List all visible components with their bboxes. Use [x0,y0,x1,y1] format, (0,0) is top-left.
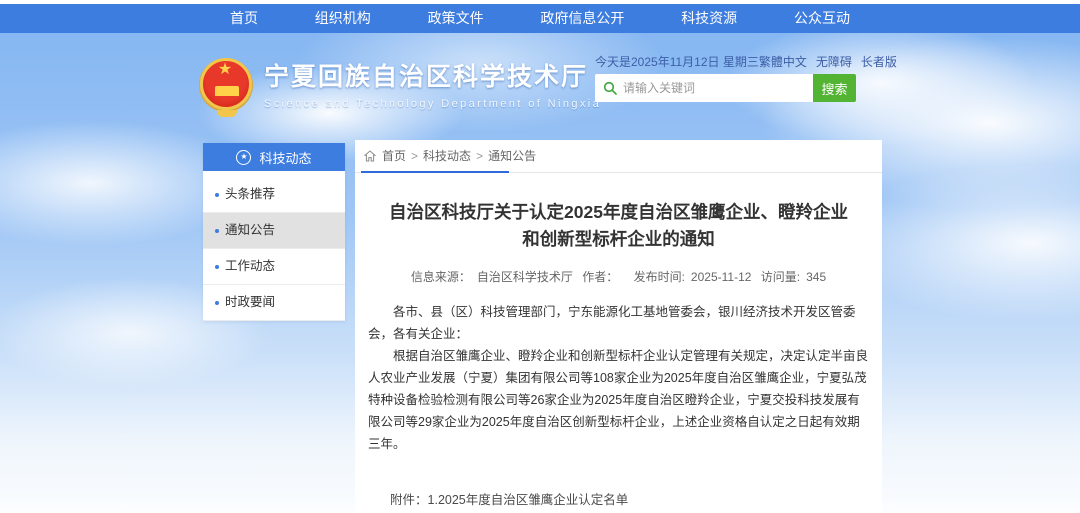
meta-source: 自治区科学技术厅 [477,270,573,284]
meta-source-label: 信息来源： [411,270,471,284]
meta-visits-label: 访问量: [761,270,800,284]
sidebar-list: 头条推荐 通知公告 工作动态 时政要闻 [203,171,345,321]
nav-item-gov-info[interactable]: 政府信息公开 [534,4,630,33]
emblem-gate-shape [215,86,239,96]
breadcrumb-separator: > [411,140,418,173]
breadcrumb-scitech-news[interactable]: 科技动态 [423,140,471,173]
article-meta: 信息来源： 自治区科学技术厅 作者： 发布时间: 2025-11-12 访问量: 34… [355,268,882,285]
article-title: 自治区科技厅关于认定2025年度自治区雏鹰企业、瞪羚企业和创新型标杆企业的通知 [384,199,854,253]
breadcrumb-home[interactable]: 首页 [382,140,406,173]
breadcrumb: 首页 > 科技动态 > 通知公告 [355,140,882,173]
meta-author-label: 作者： [582,270,618,284]
star-circle-icon: ★ [236,150,251,165]
search-input[interactable] [623,76,813,100]
search-box [595,74,813,102]
current-date: 今天是2025年11月12日 星期三 [595,53,759,70]
home-icon [364,150,376,162]
bullet-dot-icon [215,265,219,269]
sidebar-item-current-politics[interactable]: 时政要闻 [203,285,345,321]
site-subtitle: Science and Technology Department of Nin… [264,98,601,110]
site-brand: ★ 宁夏回族自治区科学技术厅 Science and Technology De… [199,56,601,122]
breadcrumb-notices[interactable]: 通知公告 [488,140,536,173]
breadcrumb-separator: > [476,140,483,173]
nav-menu: 首页 组织机构 政策文件 政府信息公开 科技资源 公众互动 [224,4,856,33]
nav-item-sci-resources[interactable]: 科技资源 [675,4,743,33]
sidebar-header: ★ 科技动态 [203,143,345,171]
sidebar-item-label: 工作动态 [225,259,275,273]
attachment-link-1[interactable]: 1.2025年度自治区雏鹰企业认定名单 [428,489,666,512]
meta-visits: 345 [806,270,826,284]
meta-time: 2025-11-12 [691,270,752,284]
article-body: 各市、县（区）科技管理部门，宁东能源化工基地管委会，银川经济技术开发区管委会，各… [355,301,882,455]
sidebar-item-work-trends[interactable]: 工作动态 [203,249,345,285]
attachments-label: 附件： [390,489,428,513]
breadcrumb-accent-line [361,171,509,173]
emblem-ribbon-shape [217,110,237,117]
sidebar-title: 科技动态 [259,148,311,167]
sidebar-item-label: 头条推荐 [225,187,275,201]
bullet-dot-icon [215,301,219,305]
attachments-list: 1.2025年度自治区雏鹰企业认定名单 2.2025年度自治区瞪羚企业认定名单 … [428,489,666,513]
bullet-dot-icon [215,193,219,197]
search-button[interactable]: 搜索 [813,74,856,102]
nav-item-organization[interactable]: 组织机构 [309,4,377,33]
sidebar-item-headlines[interactable]: 头条推荐 [203,177,345,213]
nav-item-policy[interactable]: 政策文件 [422,4,490,33]
nav-item-home[interactable]: 首页 [224,4,264,33]
nav-item-public-interaction[interactable]: 公众互动 [788,4,856,33]
quick-links: 繁體中文 无障碍 长者版 [759,53,897,70]
brand-text: 宁夏回族自治区科学技术厅 Science and Technology Depa… [264,56,601,110]
header-utility-row: 今天是2025年11月12日 星期三 繁體中文 无障碍 长者版 [595,53,876,70]
link-elderly-version[interactable]: 长者版 [861,53,897,70]
sidebar-item-notices[interactable]: 通知公告 [203,213,345,249]
link-accessibility[interactable]: 无障碍 [816,53,852,70]
link-traditional-chinese[interactable]: 繁體中文 [759,53,807,70]
meta-time-label: 发布时间: [634,270,685,284]
paragraph: 根据自治区雏鹰企业、瞪羚企业和创新型标杆企业认定管理有关规定，决定认定半亩良人农… [368,345,869,455]
paragraph: 各市、县（区）科技管理部门，宁东能源化工基地管委会，银川经济技术开发区管委会，各… [368,301,869,345]
sidebar-item-label: 时政要闻 [225,295,275,309]
top-navbar: 首页 组织机构 政策文件 政府信息公开 科技资源 公众互动 [0,4,1080,33]
sidebar-item-label: 通知公告 [225,223,275,237]
search-icon [603,81,617,95]
site-title: 宁夏回族自治区科学技术厅 [264,62,601,92]
page: 首页 组织机构 政策文件 政府信息公开 科技资源 公众互动 ★ 宁夏回族自治区科… [0,0,1080,513]
bullet-dot-icon [215,229,219,233]
national-emblem-icon: ★ [199,56,255,122]
main-content: 首页 > 科技动态 > 通知公告 自治区科技厅关于认定2025年度自治区雏鹰企业… [355,140,882,513]
attachments: 附件： 1.2025年度自治区雏鹰企业认定名单 2.2025年度自治区瞪羚企业认… [390,489,882,513]
sidebar: ★ 科技动态 头条推荐 通知公告 工作动态 时政要闻 [203,143,345,321]
emblem-star-icon: ★ [199,62,251,78]
